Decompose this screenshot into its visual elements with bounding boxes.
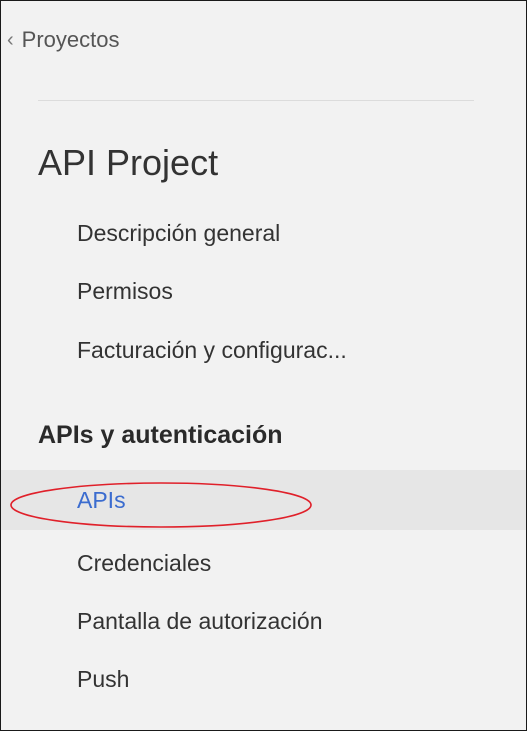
section-heading-apis-autenticacion: APIs y autenticación — [38, 421, 283, 449]
project-title: API Project — [38, 142, 219, 183]
sidebar-item-label: Pantalla de autorización — [77, 607, 323, 634]
sidebar-item-label: Credenciales — [77, 549, 212, 576]
chevron-left-icon: ‹ — [7, 28, 14, 51]
divider — [38, 100, 474, 101]
sidebar-item-label: APIs — [77, 486, 126, 513]
sidebar-item-facturacion[interactable]: Facturación y configurac... — [1, 325, 526, 375]
sidebar-item-label: Push — [77, 665, 130, 692]
sidebar-item-label: Descripción general — [77, 219, 281, 246]
sidebar-item-pantalla-autorizacion[interactable]: Pantalla de autorización — [1, 596, 526, 646]
sidebar-item-push[interactable]: Push — [1, 654, 526, 704]
sidebar-item-permisos[interactable]: Permisos — [1, 266, 526, 316]
back-link-label: Proyectos — [21, 27, 120, 52]
sidebar-panel: ‹ Proyectos API Project Descripción gene… — [0, 0, 527, 731]
back-to-projects-link[interactable]: ‹ Proyectos — [7, 27, 120, 53]
sidebar-item-descripcion-general[interactable]: Descripción general — [1, 208, 526, 258]
sidebar-item-credenciales[interactable]: Credenciales — [1, 538, 526, 588]
sidebar-item-label: Facturación y configurac... — [77, 336, 347, 363]
sidebar-item-apis[interactable]: APIs — [1, 470, 526, 530]
sidebar-item-label: Permisos — [77, 277, 173, 304]
